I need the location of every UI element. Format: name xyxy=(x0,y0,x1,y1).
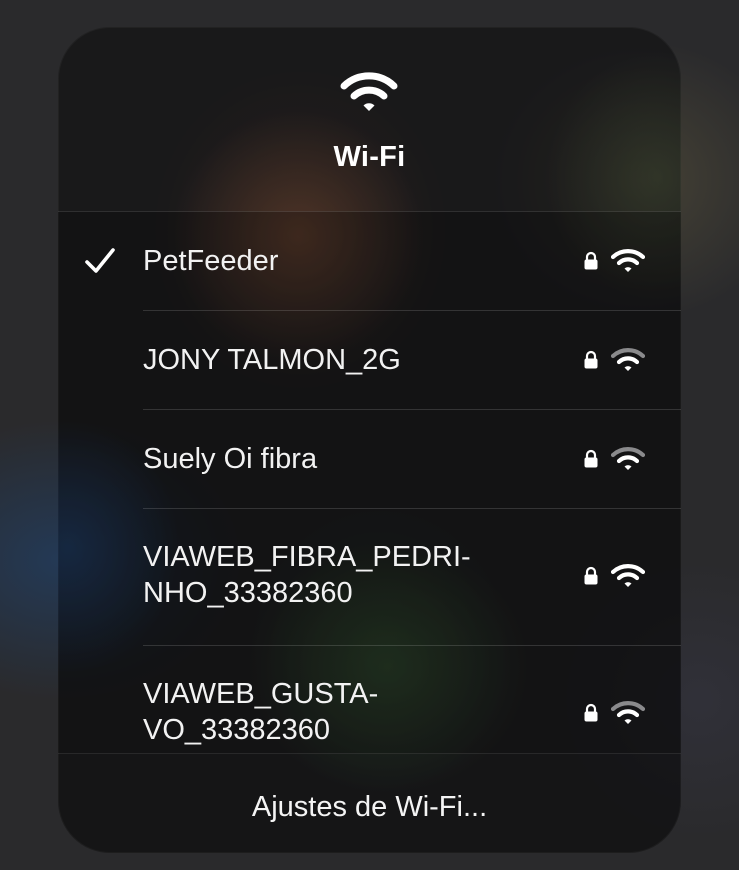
wifi-signal-icon xyxy=(611,249,645,272)
wifi-header: Wi-Fi xyxy=(58,27,681,211)
network-name-line1: VIAWEB_FIBRA_PEDRI- xyxy=(143,541,471,573)
lock-icon xyxy=(584,350,598,369)
network-name: PetFeeder xyxy=(143,245,279,277)
lock-icon xyxy=(584,566,598,585)
network-name-line2: VO_33382360 xyxy=(143,714,331,746)
network-name-line2: NHO_33382360 xyxy=(143,577,353,609)
wifi-title: Wi-Fi xyxy=(333,141,406,173)
network-row-viaweb-gustavo[interactable]: VIAWEB_GUSTA- VO_33382360 xyxy=(58,646,681,754)
network-name: Suely Oi fibra xyxy=(143,443,318,475)
network-row-viaweb-fibra-pedrinho[interactable]: VIAWEB_FIBRA_PEDRI- NHO_33382360 xyxy=(58,509,681,645)
lock-icon xyxy=(584,449,598,468)
wifi-signal-icon xyxy=(611,701,645,724)
checkmark-icon xyxy=(85,248,115,273)
footer: Ajustes de Wi-Fi... xyxy=(58,753,681,853)
network-list[interactable]: PetFeeder JONY TALMON_2G Suely Oi fibra … xyxy=(58,211,681,754)
lock-icon xyxy=(584,703,598,722)
network-row-suely-oi-fibra[interactable]: Suely Oi fibra xyxy=(58,410,681,508)
wifi-signal-icon xyxy=(611,447,645,470)
wifi-settings-button[interactable]: Ajustes de Wi-Fi... xyxy=(58,791,681,824)
wifi-signal-icon xyxy=(611,564,645,587)
network-name-line1: VIAWEB_GUSTA- xyxy=(143,678,379,710)
network-row-jony-talmon[interactable]: JONY TALMON_2G xyxy=(58,311,681,409)
lock-icon xyxy=(584,251,598,270)
wifi-signal-icon xyxy=(611,348,645,371)
wifi-icon xyxy=(340,72,398,111)
network-row-petfeeder[interactable]: PetFeeder xyxy=(58,212,681,310)
network-name: JONY TALMON_2G xyxy=(143,344,401,376)
wifi-panel: Wi-Fi PetFeeder JONY TALMON_2G Suely Oi … xyxy=(58,27,681,853)
